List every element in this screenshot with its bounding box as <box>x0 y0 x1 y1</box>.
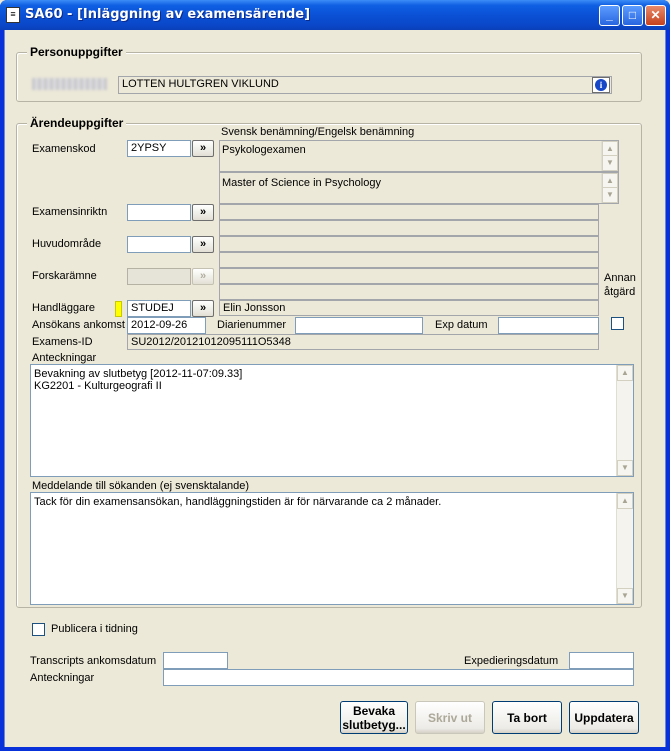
expedieringsdatum-input[interactable] <box>569 652 634 669</box>
transcripts-anteckningar-input[interactable] <box>163 669 634 686</box>
exp-datum-input[interactable] <box>498 317 599 334</box>
transcripts-ankomst-input[interactable] <box>163 652 228 669</box>
skriv-ut-button: Skriv ut <box>415 701 485 734</box>
app-window: ≡ SA60 - [Inläggning av examensärende] _… <box>0 0 670 751</box>
info-icon: i <box>595 79 607 91</box>
examensinriktn-input[interactable] <box>127 204 191 221</box>
examenskod-input[interactable]: 2YPSY <box>127 140 191 157</box>
publicera-label: Publicera i tidning <box>51 623 138 635</box>
exp-datum-label: Exp datum <box>435 319 488 331</box>
bevaka-label-1: Bevaka <box>352 703 396 718</box>
ta-bort-button[interactable]: Ta bort <box>492 701 562 734</box>
transcripts-anteckningar-label: Anteckningar <box>30 672 95 684</box>
bevaka-label-2: slutbetyg... <box>342 717 406 732</box>
examensinriktn-name-en <box>219 220 599 236</box>
examen-name-en: Master of Science in Psychology <box>222 177 381 189</box>
anteckningar-scrollbar[interactable]: ▲ ▼ <box>616 365 633 476</box>
diarienummer-label: Diarienummer <box>217 319 287 331</box>
handlaggare-lookup-button[interactable]: » <box>192 300 214 317</box>
publicera-checkbox[interactable] <box>32 623 45 636</box>
examens-id-label: Examens-ID <box>32 336 93 348</box>
huvudomrade-lookup-button[interactable]: » <box>192 236 214 253</box>
examensinriktn-lookup-button[interactable]: » <box>192 204 214 221</box>
annan-atgard-checkbox[interactable] <box>611 317 624 330</box>
ansokans-ankomst-input[interactable]: 2012-09-26 <box>127 317 206 334</box>
sv-scrollbar[interactable]: ▲ ▼ <box>601 141 618 171</box>
expedieringsdatum-label: Expedieringsdatum <box>464 655 559 667</box>
minimize-button[interactable]: _ <box>599 5 620 26</box>
examenskod-label: Examenskod <box>32 143 96 155</box>
transcripts-ankomst-label: Transcripts ankomsdatum <box>30 655 157 667</box>
close-button[interactable]: ✕ <box>645 5 666 26</box>
meddelande-text: Tack för din examensansökan, handläggnin… <box>34 496 442 508</box>
huvudomrade-label: Huvudområde <box>32 238 102 250</box>
title-bar[interactable]: ≡ SA60 - [Inläggning av examensärende] _… <box>0 0 670 30</box>
personuppgifter-legend: Personuppgifter <box>27 45 126 59</box>
ansokans-ankomst-label: Ansökans ankomst <box>32 319 125 331</box>
meddelande-textarea[interactable]: Tack för din examensansökan, handläggnin… <box>30 492 634 605</box>
examen-name-sv-box: Psykologexamen ▲ ▼ <box>219 140 619 172</box>
examen-name-sv: Psykologexamen <box>222 144 306 156</box>
diarienummer-input[interactable] <box>295 317 423 334</box>
person-name-field: LOTTEN HULTGREN VIKLUND <box>118 76 612 94</box>
maximize-button[interactable]: □ <box>622 5 643 26</box>
anteckningar-line-2: KG2201 - Kulturgeografi II <box>34 380 162 392</box>
required-marker <box>115 301 122 317</box>
forskaramne-label: Forskarämne <box>32 270 97 282</box>
bevaka-slutbetyg-button[interactable]: Bevaka slutbetyg... <box>340 701 408 734</box>
forskaramne-lookup-button: » <box>192 268 214 285</box>
forskaramne-name-sv <box>219 268 599 284</box>
meddelande-scrollbar[interactable]: ▲ ▼ <box>616 493 633 604</box>
anteckningar-label: Anteckningar <box>32 352 97 364</box>
examenskod-lookup-button[interactable]: » <box>192 140 214 157</box>
anteckningar-textarea[interactable]: Bevakning av slutbetyg [2012-11-07:09.33… <box>30 364 634 477</box>
anteckningar-line-1: Bevakning av slutbetyg [2012-11-07:09.33… <box>34 368 243 380</box>
examen-name-en-box: Master of Science in Psychology ▲ ▼ <box>219 172 619 204</box>
window-title: SA60 - [Inläggning av examensärende] <box>25 7 311 22</box>
forskaramne-name-en <box>219 284 599 300</box>
examensinriktn-name-sv <box>219 204 599 220</box>
arendeuppgifter-legend: Ärendeuppgifter <box>27 116 127 130</box>
personnummer-redacted <box>32 78 107 90</box>
annan-atgard-label-2: åtgärd <box>604 286 636 298</box>
handlaggare-label: Handläggare <box>32 302 95 314</box>
app-icon: ≡ <box>6 7 20 23</box>
huvudomrade-name-sv <box>219 236 599 252</box>
client-area: Personuppgifter LOTTEN HULTGREN VIKLUND … <box>4 30 666 747</box>
huvudomrade-input[interactable] <box>127 236 191 253</box>
benamning-header: Svensk benämning/Engelsk benämning <box>221 126 415 138</box>
meddelande-label: Meddelande till sökanden (ej svensktalan… <box>32 480 250 492</box>
annan-atgard-label-1: Annan <box>604 272 636 284</box>
info-button[interactable]: i <box>592 77 610 93</box>
huvudomrade-name-en <box>219 252 599 268</box>
en-scrollbar[interactable]: ▲ ▼ <box>601 173 618 203</box>
forskaramne-input <box>127 268 191 285</box>
handlaggare-name: Elin Jonsson <box>223 302 286 314</box>
handlaggare-name-box: Elin Jonsson <box>219 300 599 316</box>
uppdatera-button[interactable]: Uppdatera <box>569 701 639 734</box>
examensinriktn-label: Examensinriktn <box>32 206 108 218</box>
examens-id-value: SU2012/20121012095111O5348 <box>127 334 599 350</box>
handlaggare-input[interactable]: STUDEJ <box>127 300 191 317</box>
